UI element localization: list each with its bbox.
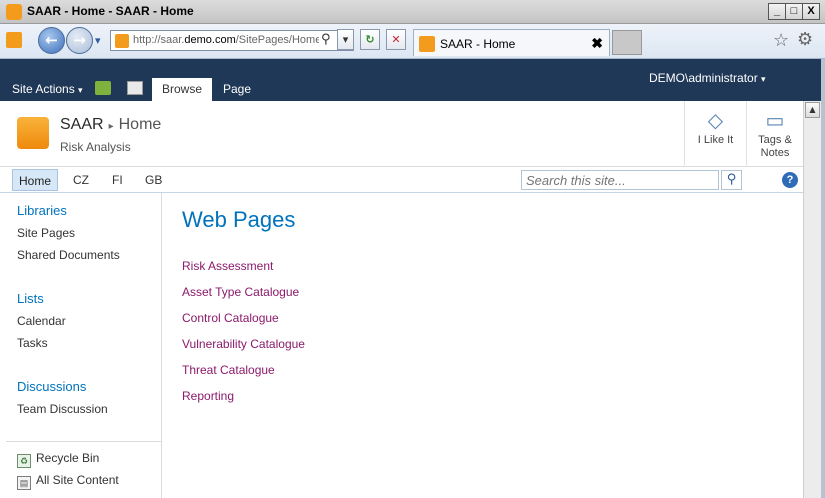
browser-tab[interactable]: SAAR - Home ✖ xyxy=(413,29,610,56)
top-navigation: Home CZ FI GB ⚲ ? xyxy=(0,167,803,193)
forward-button[interactable]: → xyxy=(66,27,93,54)
web-pages-heading: Web Pages xyxy=(182,207,296,232)
navigate-up-icon[interactable] xyxy=(95,81,111,95)
site-description: Risk Analysis xyxy=(60,140,131,154)
thumbs-up-tag-icon: ◇ xyxy=(707,110,724,132)
window-titlebar: SAAR - Home - SAAR - Home _ □ X xyxy=(0,0,825,24)
quick-launch-divider xyxy=(6,441,161,442)
link-reporting[interactable]: Reporting xyxy=(182,389,234,403)
all-site-content-link[interactable]: ▤ All Site Content xyxy=(17,473,119,490)
tab-close-icon[interactable]: ✖ xyxy=(591,35,603,52)
tab-browse[interactable]: Browse xyxy=(152,78,212,101)
window-title: SAAR - Home - SAAR - Home xyxy=(27,4,194,18)
vertical-scrollbar[interactable]: ▲ xyxy=(803,101,821,498)
link-threat-catalogue[interactable]: Threat Catalogue xyxy=(182,363,275,377)
site-actions-menu[interactable]: Site Actions ▾ xyxy=(12,82,83,96)
quick-launch-item-shared-documents[interactable]: Shared Documents xyxy=(17,248,120,262)
breadcrumb: SAAR ▸ Home xyxy=(60,116,161,134)
recycle-bin-icon: ♻ xyxy=(17,454,31,468)
restore-button[interactable]: □ xyxy=(785,3,803,20)
topnav-item-cz[interactable]: CZ xyxy=(67,169,95,191)
scroll-up-arrow-icon[interactable]: ▲ xyxy=(805,102,820,118)
address-search-icon[interactable]: ⚲ xyxy=(321,32,331,47)
link-vulnerability-catalogue[interactable]: Vulnerability Catalogue xyxy=(182,337,305,351)
page-header: SAAR ▸ Home Risk Analysis ◇ I Like It ▭ Ta… xyxy=(0,101,803,167)
site-logo[interactable] xyxy=(17,117,49,149)
app-icon xyxy=(6,4,22,20)
topnav-item-gb[interactable]: GB xyxy=(139,169,168,191)
address-dropdown-button[interactable]: ▾ xyxy=(337,29,354,50)
sharepoint-ribbon: Site Actions ▾ Browse Page DEMO\administ… xyxy=(0,59,825,101)
new-tab-button[interactable] xyxy=(612,30,642,55)
browser-toolbar: ← → ▾ http://saar.demo.com/SitePages/Hom… xyxy=(0,24,825,59)
tags-notes-label-2: Notes xyxy=(760,147,790,159)
search-go-button[interactable]: ⚲ xyxy=(721,170,742,190)
link-risk-assessment[interactable]: Risk Assessment xyxy=(182,259,273,273)
address-favicon-icon xyxy=(115,34,129,48)
i-like-it-label: I Like It xyxy=(697,134,734,146)
page-title: Home xyxy=(118,116,162,133)
window-right-border xyxy=(821,59,825,498)
main-content: Web Pages Risk Assessment Asset Type Cat… xyxy=(162,193,803,498)
quick-launch-item-calendar[interactable]: Calendar xyxy=(17,314,66,328)
favorites-star-icon[interactable]: ☆ xyxy=(773,30,789,51)
tags-notes-label: Tags & xyxy=(758,134,792,146)
quick-launch-item-team-discussion[interactable]: Team Discussion xyxy=(17,402,108,416)
quick-launch-item-tasks[interactable]: Tasks xyxy=(17,336,48,350)
quick-launch: Libraries Site Pages Shared Documents Li… xyxy=(0,193,162,498)
link-control-catalogue[interactable]: Control Catalogue xyxy=(182,311,279,325)
help-icon[interactable]: ? xyxy=(782,172,798,188)
quick-launch-heading-libraries[interactable]: Libraries xyxy=(17,203,67,218)
history-dropdown-icon[interactable]: ▾ xyxy=(95,34,101,47)
quick-launch-item-site-pages[interactable]: Site Pages xyxy=(17,226,75,240)
close-window-button[interactable]: X xyxy=(802,3,820,20)
i-like-it-button[interactable]: ◇ I Like It xyxy=(684,101,746,167)
tab-favicon-icon xyxy=(419,36,435,52)
tab-label: SAAR - Home xyxy=(440,37,516,51)
address-url[interactable]: http://saar.demo.com/SitePages/Home xyxy=(133,34,319,46)
edit-page-icon[interactable] xyxy=(127,81,143,95)
tools-gear-icon[interactable]: ⚙ xyxy=(797,29,813,50)
topnav-item-home[interactable]: Home xyxy=(12,169,59,191)
quick-launch-heading-lists[interactable]: Lists xyxy=(17,291,44,306)
search-input[interactable] xyxy=(526,171,716,189)
minimize-button[interactable]: _ xyxy=(768,3,786,20)
site-favicon-icon xyxy=(6,32,22,48)
refresh-button[interactable]: ↻ xyxy=(360,29,380,50)
back-button[interactable]: ← xyxy=(38,27,65,54)
search-box xyxy=(521,170,719,190)
topnav-item-fi[interactable]: FI xyxy=(106,169,129,191)
stop-button[interactable]: ✕ xyxy=(386,29,406,50)
user-menu[interactable]: DEMO\administrator ▾ xyxy=(649,71,766,85)
tags-notes-button[interactable]: ▭ Tags & Notes xyxy=(746,101,803,167)
breadcrumb-separator-icon: ▸ xyxy=(108,121,114,132)
link-asset-type-catalogue[interactable]: Asset Type Catalogue xyxy=(182,285,299,299)
quick-launch-heading-discussions[interactable]: Discussions xyxy=(17,379,86,394)
address-bar[interactable]: http://saar.demo.com/SitePages/Home ⚲ xyxy=(110,30,354,51)
recycle-bin-link[interactable]: ♻ Recycle Bin xyxy=(17,451,99,468)
tab-page[interactable]: Page xyxy=(220,78,254,101)
all-site-content-icon: ▤ xyxy=(17,476,31,490)
tags-notes-icon: ▭ xyxy=(765,110,785,132)
site-title-link[interactable]: SAAR xyxy=(60,116,104,133)
